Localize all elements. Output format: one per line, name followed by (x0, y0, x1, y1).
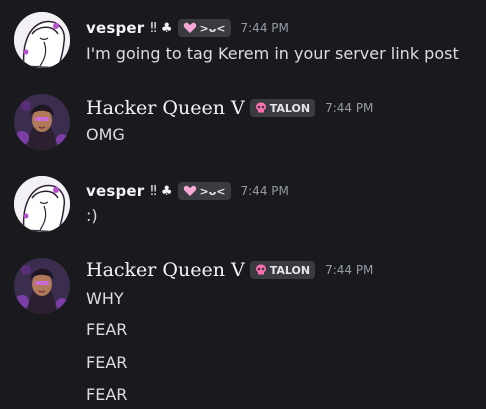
server-tag-label: >ᴗ< (199, 184, 226, 198)
server-tag-label: TALON (269, 263, 311, 277)
server-tag[interactable]: TALON (249, 99, 316, 117)
message-text: :) (86, 206, 98, 225)
avatar-image (14, 12, 70, 68)
username-decoration: ‼ ♣ (150, 183, 173, 199)
timestamp[interactable]: 7:44 PM (325, 101, 373, 115)
timestamp[interactable]: 7:44 PM (325, 263, 373, 277)
avatar[interactable] (14, 12, 70, 68)
message-header: Hacker Queen V TALON 7:44 PM (86, 97, 373, 119)
timestamp[interactable]: 7:44 PM (241, 21, 289, 35)
skull-icon (255, 102, 266, 113)
avatar-image (14, 258, 70, 314)
heart-icon (183, 185, 196, 196)
timestamp[interactable]: 7:44 PM (241, 184, 289, 198)
message-text: OMG (86, 125, 125, 144)
server-tag[interactable]: TALON (249, 261, 316, 279)
heart-icon (183, 22, 196, 33)
message-text: I'm going to tag Kerem in your server li… (86, 44, 459, 63)
message-text: WHY (86, 289, 124, 308)
avatar[interactable] (14, 176, 70, 232)
server-tag[interactable]: >ᴗ< (177, 182, 231, 200)
username[interactable]: Hacker Queen V (86, 259, 245, 281)
message-header: vesper ‼ ♣ >ᴗ< 7:44 PM (86, 180, 289, 202)
message-header: Hacker Queen V TALON 7:44 PM (86, 259, 373, 281)
message-text: FEAR (86, 353, 128, 372)
avatar-image (14, 176, 70, 232)
server-tag[interactable]: >ᴗ< (177, 19, 231, 37)
username[interactable]: vesper (86, 182, 144, 200)
server-tag-label: >ᴗ< (199, 21, 226, 35)
avatar[interactable] (14, 258, 70, 314)
message-text: FEAR (86, 385, 128, 404)
username[interactable]: vesper (86, 19, 144, 37)
username-decoration: ‼ ♣ (150, 20, 173, 36)
skull-icon (255, 264, 266, 275)
avatar-image (14, 94, 70, 150)
server-tag-label: TALON (269, 101, 311, 115)
message-text: FEAR (86, 320, 128, 339)
message-header: vesper ‼ ♣ >ᴗ< 7:44 PM (86, 17, 289, 39)
avatar[interactable] (14, 94, 70, 150)
username[interactable]: Hacker Queen V (86, 97, 245, 119)
